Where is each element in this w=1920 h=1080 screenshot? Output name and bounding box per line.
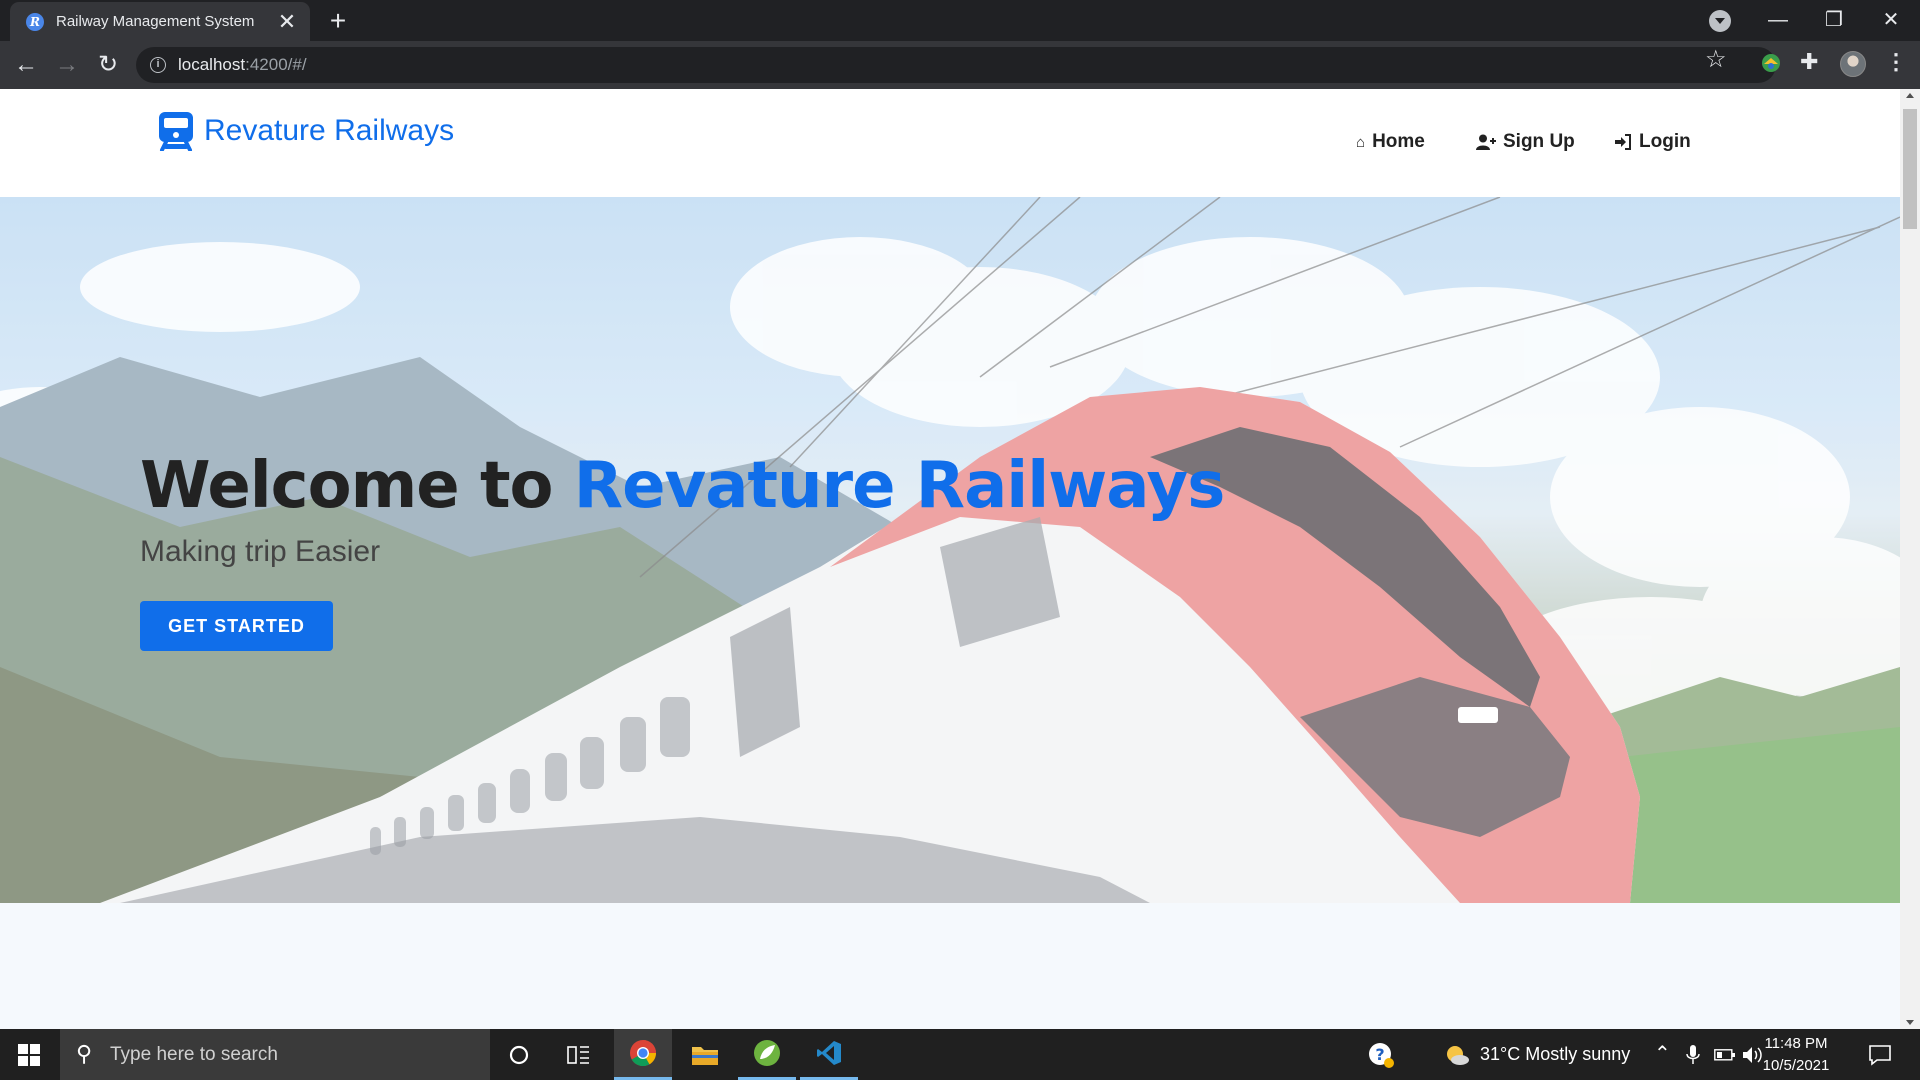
svg-text:?: ?: [1375, 1045, 1384, 1064]
spring-tool-icon[interactable]: [738, 1029, 796, 1080]
weather-text[interactable]: 31°C Mostly sunny: [1480, 1044, 1630, 1065]
help-icon[interactable]: ?: [1352, 1029, 1410, 1080]
reload-icon[interactable]: ↻: [92, 49, 124, 81]
scroll-thumb[interactable]: [1903, 109, 1917, 229]
weather-sun-icon[interactable]: [1444, 1043, 1470, 1067]
page-viewport: Revature Railways ⌂ Home Sign Up Login W…: [0, 89, 1900, 1029]
new-tab-button[interactable]: +: [322, 6, 354, 36]
home-icon: ⌂: [1356, 133, 1366, 151]
nav-sign-up[interactable]: Sign Up: [1476, 131, 1575, 153]
scroll-down-arrow-icon[interactable]: [1906, 1020, 1914, 1025]
get-started-button[interactable]: GET STARTED: [140, 601, 333, 651]
nav-login-label: Login: [1639, 131, 1691, 152]
nav-login[interactable]: Login: [1615, 131, 1691, 153]
tab-close-button[interactable]: ✕: [276, 10, 298, 33]
browser-tab-bar: R Railway Management System ✕ + — ❐ ✕: [0, 0, 1920, 41]
nav-home-label: Home: [1372, 131, 1425, 152]
scroll-up-arrow-icon[interactable]: [1906, 93, 1914, 98]
clock-date: 10/5/2021: [1762, 1057, 1830, 1074]
search-icon: ⚲: [76, 1041, 93, 1066]
close-window-button[interactable]: ✕: [1862, 0, 1920, 41]
tab-search-icon[interactable]: [1709, 10, 1731, 32]
microphone-icon[interactable]: [1686, 1045, 1700, 1065]
chrome-taskbar-icon[interactable]: [614, 1029, 672, 1080]
taskbar-clock[interactable]: 11:48 PM 10/5/2021: [1756, 1033, 1836, 1077]
forward-arrow-icon[interactable]: →: [51, 49, 83, 81]
windows-taskbar: ⚲ Type here to search ? 31°C Mostly sunn…: [0, 1029, 1920, 1080]
extensions-puzzle-icon[interactable]: ✚: [1800, 49, 1818, 75]
hero-title-prefix: Welcome to: [140, 449, 574, 523]
brand-logo[interactable]: Revature Railways: [158, 111, 454, 151]
tab-title: Railway Management System: [56, 13, 255, 30]
url-path: :4200/#/: [245, 55, 307, 74]
brand-name: Revature Railways: [204, 114, 455, 147]
hero-title-accent: Revature Railways: [573, 449, 1225, 523]
battery-icon[interactable]: [1714, 1048, 1736, 1062]
bookmark-star-icon[interactable]: ☆: [1705, 45, 1727, 74]
windows-start-icon[interactable]: [18, 1044, 40, 1066]
taskbar-search-placeholder: Type here to search: [110, 1044, 278, 1065]
hero-section: Welcome to Revature Railways Making trip…: [0, 197, 1900, 903]
browser-menu-icon[interactable]: ⋮: [1885, 49, 1907, 75]
notifications-icon[interactable]: [1868, 1043, 1892, 1067]
page-scrollbar[interactable]: [1900, 89, 1920, 1029]
tray-chevron-icon[interactable]: ⌃: [1654, 1041, 1671, 1066]
nav-home[interactable]: ⌂ Home: [1356, 131, 1425, 153]
hero-title: Welcome to Revature Railways: [140, 449, 1225, 523]
clock-time: 11:48 PM: [1764, 1035, 1828, 1052]
minimize-button[interactable]: —: [1749, 0, 1807, 41]
browser-tab[interactable]: R Railway Management System ✕: [10, 2, 310, 41]
url-text[interactable]: localhost:4200/#/: [178, 55, 307, 75]
train-icon: [159, 112, 193, 151]
url-host: localhost: [178, 55, 246, 74]
profile-avatar[interactable]: [1840, 51, 1866, 77]
back-arrow-icon[interactable]: ←: [10, 49, 42, 81]
vscode-icon[interactable]: [800, 1029, 858, 1080]
restore-button[interactable]: ❐: [1805, 0, 1863, 41]
extension-icon[interactable]: [1760, 52, 1782, 74]
info-icon[interactable]: i: [150, 57, 166, 73]
address-bar[interactable]: i localhost:4200/#/: [136, 47, 1776, 83]
site-favicon-icon: R: [26, 12, 44, 31]
browser-toolbar: ← → ↻ i localhost:4200/#/: [0, 41, 1920, 89]
task-view-icon[interactable]: [550, 1029, 608, 1080]
cortana-icon[interactable]: [490, 1029, 548, 1080]
site-header: Revature Railways ⌂ Home Sign Up Login: [0, 89, 1900, 197]
nav-sign-up-label: Sign Up: [1503, 131, 1575, 152]
file-explorer-icon[interactable]: [676, 1029, 734, 1080]
user-plus-icon: [1476, 134, 1496, 150]
sign-in-icon: [1615, 134, 1631, 150]
hero-subtitle: Making trip Easier: [140, 535, 381, 568]
taskbar-search-box[interactable]: ⚲ Type here to search: [60, 1029, 490, 1080]
